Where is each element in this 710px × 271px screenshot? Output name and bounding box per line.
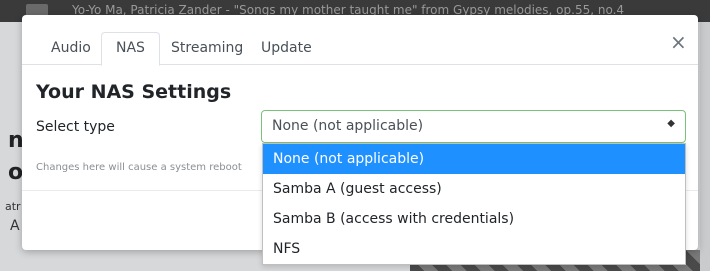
tab-streaming[interactable]: Streaming xyxy=(156,32,258,66)
nas-type-select[interactable]: None (not applicable) ◆ xyxy=(261,110,686,143)
tab-audio[interactable]: Audio xyxy=(36,32,106,66)
option-none[interactable]: None (not applicable) xyxy=(263,144,685,174)
option-samba-b[interactable]: Samba B (access with credentials) xyxy=(263,204,685,234)
tab-nas[interactable]: NAS xyxy=(101,32,160,66)
background-text-fragment: o xyxy=(8,160,24,185)
nas-type-dropdown-list: None (not applicable) Samba A (guest acc… xyxy=(262,143,686,265)
option-samba-a[interactable]: Samba A (guest access) xyxy=(263,174,685,204)
background-text-fragment: atr xyxy=(5,200,21,213)
reboot-hint: Changes here will cause a system reboot xyxy=(36,162,242,173)
close-icon[interactable]: × xyxy=(670,32,687,52)
modal-title: Your NAS Settings xyxy=(36,81,232,103)
select-type-label: Select type xyxy=(36,119,115,135)
tab-update[interactable]: Update xyxy=(246,32,327,66)
background-text-fragment: A xyxy=(10,218,20,234)
settings-tabs: Audio NAS Streaming Update xyxy=(22,15,698,66)
page-scrollbar[interactable] xyxy=(700,22,710,271)
select-current-value: None (not applicable) xyxy=(272,118,424,134)
select-arrows-icon: ◆ xyxy=(667,118,675,129)
option-nfs[interactable]: NFS xyxy=(263,234,685,264)
